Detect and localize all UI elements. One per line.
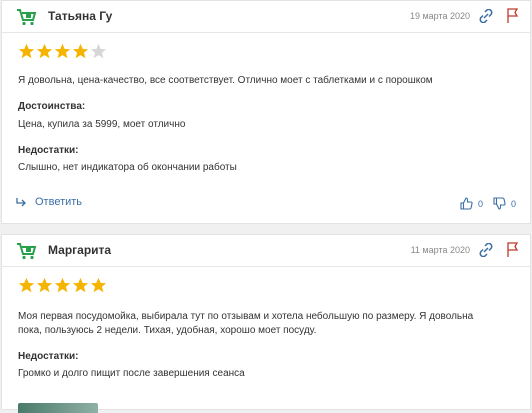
review-body-line-2: пока, пользуюсь 2 недели. Тихая, удобная…	[18, 325, 317, 336]
dislikes-count: 0	[510, 198, 516, 209]
rating-stars	[18, 277, 107, 294]
cons-text: Слышно, нет индикатора об окончании рабо…	[18, 162, 237, 173]
review-header: Маргарита 11 марта 2020	[2, 235, 530, 267]
star-icon	[54, 43, 71, 59]
vote-controls: 0 0	[460, 197, 516, 210]
thumbs-down-icon[interactable]	[493, 197, 506, 210]
review-date: 19 марта 2020	[409, 11, 470, 21]
review-body-line-1: Моя первая посудомойка, выбирала тут по …	[18, 311, 474, 322]
pros-text: Цена, купила за 5999, моет отлично	[18, 119, 186, 130]
thumbs-up-icon[interactable]	[460, 197, 473, 210]
review-date: 11 марта 2020	[410, 245, 470, 255]
review-card: Маргарита 11 марта 2020 Моя первая посуд…	[1, 234, 531, 413]
review-card: Татьяна Гу 19 марта 2020 Я довольна, цен…	[1, 0, 531, 224]
report-icon[interactable]	[506, 8, 519, 24]
star-icon	[72, 277, 89, 293]
pros-label: Достоинства:	[18, 101, 86, 112]
reply-label: Ответить	[35, 196, 83, 208]
report-icon[interactable]	[506, 242, 519, 258]
rating-stars	[18, 43, 107, 60]
cons-label: Недостатки:	[18, 351, 79, 362]
reply-button[interactable]: Ответить	[16, 196, 82, 208]
review-photo[interactable]	[18, 403, 98, 413]
review-body: Я довольна, цена-качество, все соответст…	[18, 75, 433, 86]
review-header: Татьяна Гу 19 марта 2020	[2, 1, 530, 33]
cons-label: Недостатки:	[18, 145, 79, 156]
reply-arrow-icon	[16, 198, 26, 207]
review-author: Маргарита	[48, 243, 112, 257]
cart-avatar-icon	[17, 243, 37, 260]
cons-text: Громко и долго пищит после завершения се…	[18, 368, 245, 379]
star-icon	[18, 277, 35, 293]
cart-avatar-icon	[17, 9, 37, 26]
star-icon	[36, 277, 53, 293]
likes-count: 0	[477, 198, 483, 209]
star-icon	[36, 43, 53, 59]
star-icon	[72, 43, 89, 59]
share-icon[interactable]	[479, 243, 493, 257]
star-icon	[90, 277, 107, 293]
star-icon	[90, 43, 107, 59]
star-icon	[54, 277, 71, 293]
share-icon[interactable]	[479, 9, 493, 23]
star-icon	[18, 43, 35, 59]
review-author: Татьяна Гу	[48, 9, 113, 23]
